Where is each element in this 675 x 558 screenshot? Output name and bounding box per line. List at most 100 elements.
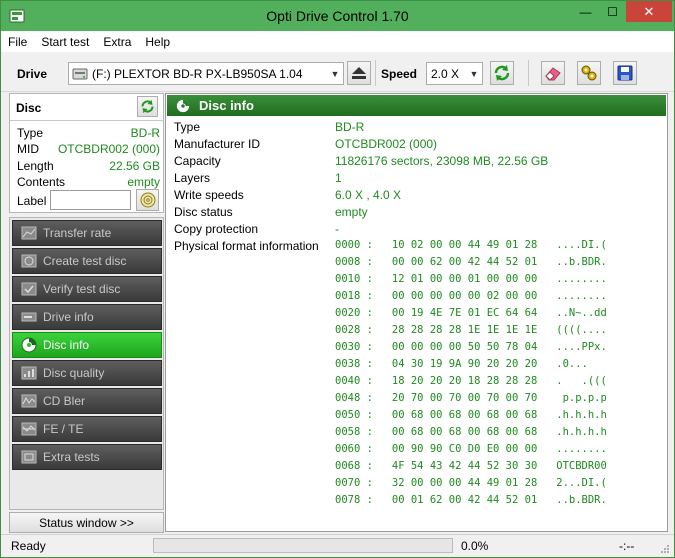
disc-summary-header: Disc	[10, 94, 163, 121]
info-key: Type	[174, 120, 201, 134]
close-button[interactable]: ✕	[626, 1, 672, 22]
disc-info-header: Disc info	[167, 95, 666, 116]
disc-summary: Disc Type BD-R MID OTCBDR002 (000) Lengt…	[9, 93, 164, 213]
eject-button[interactable]	[347, 61, 371, 85]
speed-select[interactable]: 2.0 X ▼	[426, 62, 483, 85]
speed-select-value: 2.0 X	[431, 66, 460, 81]
hex-dump-row: 0050 : 00 68 00 68 00 68 00 68 .h.h.h.h	[335, 409, 607, 421]
refresh-speed-button[interactable]	[490, 61, 514, 85]
status-window-button[interactable]: Status window >>	[9, 512, 164, 533]
chevron-down-icon[interactable]: ▼	[466, 63, 482, 84]
disc-summary-title: Disc	[16, 101, 42, 115]
drive-select-value: (F:) PLEXTOR BD-R PX-LB950SA 1.04	[92, 66, 303, 81]
nav-extra-tests[interactable]: Extra tests	[12, 444, 162, 470]
nav-item-label: Disc quality	[43, 366, 105, 380]
verify-disc-icon	[19, 281, 39, 297]
app-window: Opti Drive Control 1.70 — ☐ ✕ File Start…	[0, 0, 675, 558]
label-caption-text: Label	[17, 194, 47, 208]
nav-item-label: Disc info	[43, 338, 90, 352]
save-icon	[617, 65, 633, 81]
speed-label: Speed	[381, 67, 418, 81]
nav-cd-bler[interactable]: CD Bler	[12, 388, 162, 414]
minimize-button[interactable]: —	[572, 1, 599, 22]
hex-dump-row: 0070 : 32 00 00 00 44 49 01 28 2...DI.(	[335, 477, 607, 489]
disc-row-mid: MID OTCBDR002 (000)	[17, 142, 160, 158]
eject-icon	[352, 67, 366, 79]
nav-item-label: Extra tests	[43, 450, 100, 464]
chevron-down-icon[interactable]: ▼	[327, 63, 343, 84]
transfer-rate-icon	[19, 225, 39, 241]
nav-item-label: Transfer rate	[43, 226, 112, 240]
info-value: BD-R	[335, 120, 365, 134]
progress-percent: 0.0%	[461, 539, 489, 553]
hex-dump-row: 0068 : 4F 54 43 42 44 52 30 30 OTCBDR00	[335, 460, 607, 472]
progress-bar	[153, 538, 453, 553]
disc-row-key: MID	[17, 142, 39, 156]
label-input[interactable]	[50, 190, 131, 210]
cd-bler-icon	[19, 393, 39, 409]
nav-fe-te[interactable]: FE / TE	[12, 416, 162, 442]
refresh-disc-button[interactable]	[137, 96, 158, 117]
info-key: Manufacturer ID	[174, 137, 261, 151]
hex-dump-row: 0000 : 10 02 00 00 44 49 01 28 ....DI.(	[335, 239, 607, 251]
hex-dump-row: 0058 : 00 68 00 68 00 68 00 68 .h.h.h.h	[335, 426, 607, 438]
menu-extra[interactable]: Extra	[96, 35, 138, 49]
info-value: 1	[335, 171, 342, 185]
nav-create-test-disc[interactable]: Create test disc	[12, 248, 162, 274]
menu-bar: File Start test Extra Help	[1, 31, 674, 52]
drive-info-icon	[19, 309, 39, 325]
resize-grip-icon[interactable]	[660, 544, 670, 554]
create-disc-icon	[19, 253, 39, 269]
menu-start-test[interactable]: Start test	[34, 35, 96, 49]
hex-dump-row: 0018 : 00 00 00 00 00 02 00 00 ........	[335, 290, 607, 302]
nav-item-label: CD Bler	[43, 394, 86, 408]
disc-row-value: 22.56 GB	[109, 159, 160, 173]
disc-info-panel: Disc info Type BD-R Manufacturer ID OTCB…	[165, 93, 668, 532]
save-button[interactable]	[613, 61, 637, 85]
disc-label-icon	[140, 192, 155, 208]
nav-drive-info[interactable]: Drive info	[12, 304, 162, 330]
menu-help[interactable]: Help	[138, 35, 177, 49]
toolbar-separator	[375, 60, 376, 86]
nav-disc-info[interactable]: Disc info	[12, 332, 162, 358]
hex-dump-row: 0040 : 18 20 20 20 18 28 28 28 . .(((	[335, 375, 607, 387]
left-panel: Disc Type BD-R MID OTCBDR002 (000) Lengt…	[9, 93, 164, 533]
info-key: Layers	[174, 171, 211, 185]
maximize-button[interactable]: ☐	[599, 1, 626, 22]
refresh-icon	[141, 99, 154, 114]
disc-label-caption: Label	[17, 194, 49, 210]
disc-row-key: Length	[17, 159, 54, 173]
fe-te-icon	[19, 421, 39, 437]
refresh-icon	[494, 65, 510, 81]
settings-button[interactable]	[577, 61, 601, 85]
info-key: Write speeds	[174, 188, 244, 202]
disc-row-type: Type BD-R	[17, 126, 160, 142]
hex-dump-row: 0020 : 00 19 4E 7E 01 EC 64 64 ..N~..dd	[335, 307, 607, 319]
optical-drive-icon	[72, 68, 88, 79]
drive-select[interactable]: (F:) PLEXTOR BD-R PX-LB950SA 1.04 ▼	[68, 62, 344, 85]
title-bar[interactable]: Opti Drive Control 1.70 — ☐ ✕	[1, 1, 674, 31]
nav-transfer-rate[interactable]: Transfer rate	[12, 220, 162, 246]
disc-row-key: Contents	[17, 175, 66, 189]
test-navigation: Transfer rate Create test disc Verify te…	[9, 217, 164, 510]
hex-dump-row: 0008 : 00 00 62 00 42 44 52 01 ..b.BDR.	[335, 256, 607, 268]
info-value: empty	[335, 205, 368, 219]
nav-item-label: Verify test disc	[43, 282, 121, 296]
disc-info-title: Disc info	[199, 98, 254, 113]
tools-icon	[581, 65, 597, 81]
nav-disc-quality[interactable]: Disc quality	[12, 360, 162, 386]
label-apply-button[interactable]	[136, 189, 159, 211]
menu-file[interactable]: File	[1, 35, 34, 49]
nav-item-label: Drive info	[43, 310, 94, 324]
erase-button[interactable]	[541, 61, 565, 85]
hex-dump-row: 0078 : 00 01 62 00 42 44 52 01 ..b.BDR.	[335, 494, 607, 506]
extra-tests-icon	[19, 449, 39, 465]
hex-dump-row: 0060 : 00 90 90 C0 D0 E0 00 00 ........	[335, 443, 607, 455]
hex-dump-row: 0010 : 12 01 00 00 01 00 00 00 ........	[335, 273, 607, 285]
eraser-icon	[545, 67, 561, 81]
hex-dump-row: 0048 : 20 70 00 70 00 70 00 70 p.p.p.p	[335, 392, 607, 404]
nav-verify-test-disc[interactable]: Verify test disc	[12, 276, 162, 302]
info-value: -	[335, 222, 339, 236]
status-text: Ready	[11, 539, 46, 553]
info-key: Physical format information	[174, 239, 319, 253]
